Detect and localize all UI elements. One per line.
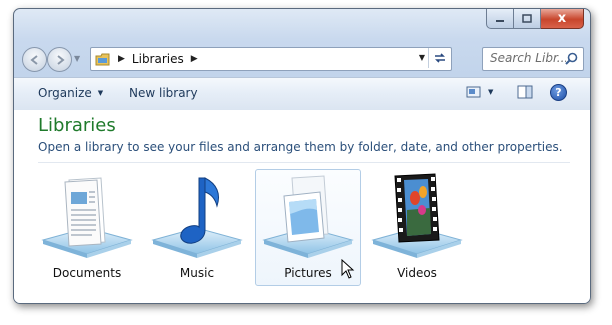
library-item-music[interactable]: Music bbox=[144, 170, 250, 285]
address-bar[interactable]: ▶ Libraries ▶ ▼ bbox=[90, 47, 452, 71]
library-list: Documents Music Pictures Videos bbox=[34, 169, 474, 286]
new-library-label: New library bbox=[129, 86, 198, 100]
breadcrumb-arrow-icon[interactable]: ▶ bbox=[191, 54, 198, 64]
view-options-icon bbox=[466, 86, 481, 98]
explorer-window: x ▼ ▶ Libraries ▶ ▼ Search Libr... Organ… bbox=[13, 8, 591, 304]
preview-pane-button[interactable] bbox=[517, 85, 533, 99]
library-label: Pictures bbox=[284, 266, 332, 280]
maximize-button[interactable] bbox=[514, 9, 541, 29]
forward-button[interactable] bbox=[47, 47, 72, 72]
divider bbox=[38, 162, 570, 163]
search-input[interactable] bbox=[483, 48, 566, 68]
caption-buttons: x bbox=[486, 9, 584, 29]
help-icon: ? bbox=[550, 84, 567, 101]
mouse-cursor-icon bbox=[341, 259, 355, 279]
minimize-button[interactable] bbox=[486, 9, 514, 29]
library-label: Documents bbox=[52, 266, 122, 280]
library-item-documents[interactable]: Documents bbox=[34, 170, 140, 285]
search-icon[interactable] bbox=[565, 52, 578, 65]
back-arrow-icon bbox=[29, 54, 38, 65]
library-label: Music bbox=[179, 266, 215, 280]
back-button[interactable] bbox=[22, 47, 47, 72]
preview-pane-icon bbox=[517, 85, 533, 99]
music-library-icon bbox=[151, 177, 243, 258]
library-item-videos[interactable]: Videos bbox=[364, 170, 470, 285]
pictures-library-icon bbox=[262, 175, 354, 258]
page-title: Libraries bbox=[38, 115, 116, 136]
content-pane: Libraries Open a library to see your fil… bbox=[14, 110, 590, 303]
documents-library-icon bbox=[41, 177, 133, 258]
command-bar: Organize ▼ New library ▼ ? bbox=[14, 77, 590, 111]
navigation-bar: ▼ ▶ Libraries ▶ ▼ bbox=[14, 45, 590, 73]
refresh-button[interactable] bbox=[428, 48, 451, 68]
address-dropdown-icon[interactable]: ▼ bbox=[419, 53, 425, 62]
change-view-button[interactable]: ▼ bbox=[466, 85, 493, 99]
maximize-icon bbox=[522, 14, 532, 23]
chevron-down-icon: ▼ bbox=[488, 88, 494, 96]
organize-label: Organize bbox=[38, 86, 92, 100]
breadcrumb-arrow-icon[interactable]: ▶ bbox=[118, 54, 125, 64]
library-label: Videos bbox=[397, 266, 437, 280]
libraries-folder-icon bbox=[95, 53, 110, 65]
recent-pages-dropdown-icon[interactable]: ▼ bbox=[74, 54, 80, 63]
close-button[interactable]: x bbox=[541, 9, 584, 29]
videos-library-icon bbox=[371, 173, 463, 258]
forward-arrow-icon bbox=[56, 54, 65, 65]
new-library-button[interactable]: New library bbox=[129, 86, 198, 100]
help-button[interactable]: ? bbox=[550, 84, 567, 101]
minimize-icon bbox=[496, 19, 504, 22]
breadcrumb-libraries[interactable]: Libraries bbox=[132, 52, 184, 66]
chevron-down-icon: ▼ bbox=[97, 89, 104, 97]
organize-button[interactable]: Organize ▼ bbox=[38, 86, 103, 100]
refresh-icon bbox=[435, 53, 445, 63]
search-box[interactable] bbox=[482, 47, 584, 71]
page-description: Open a library to see your files and arr… bbox=[38, 140, 563, 154]
close-icon: x bbox=[557, 11, 567, 26]
